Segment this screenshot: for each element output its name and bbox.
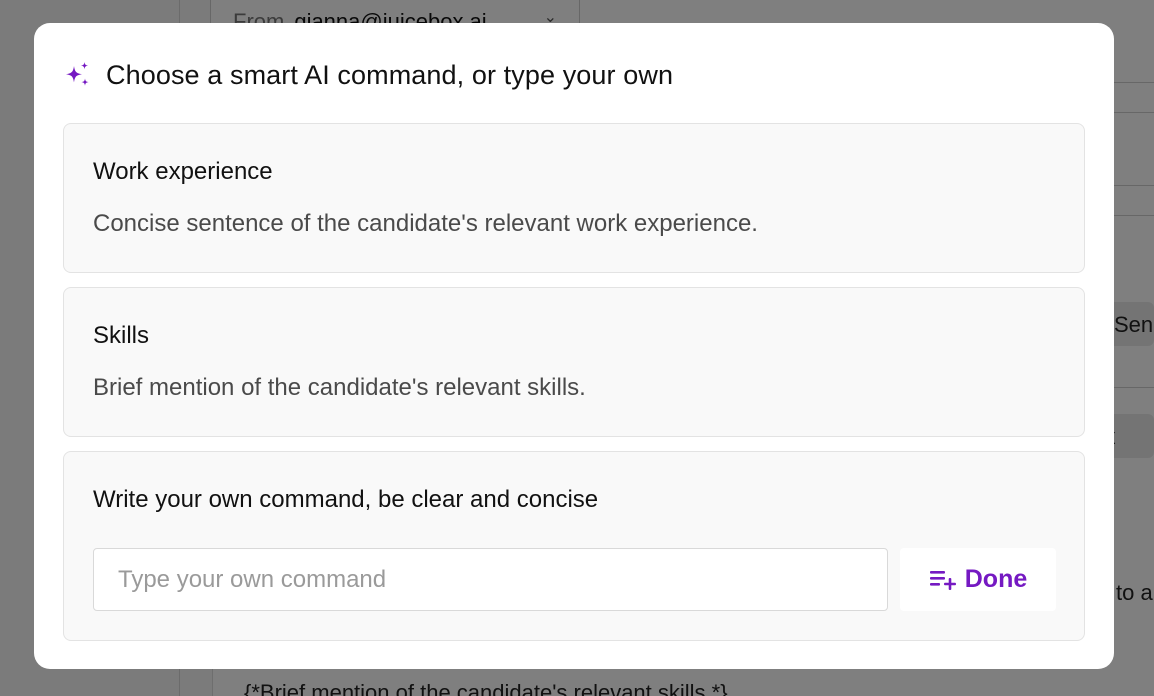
command-option-work-experience[interactable]: Work experience Concise sentence of the … [63, 123, 1085, 273]
command-title: Work experience [93, 158, 273, 185]
custom-command-input[interactable] [93, 548, 888, 611]
command-title: Skills [93, 322, 150, 349]
ai-command-modal: Choose a smart AI command, or type your … [34, 23, 1114, 669]
custom-command-section: Write your own command, be clear and con… [63, 451, 1085, 641]
done-label: Done [964, 565, 1028, 593]
modal-header: Choose a smart AI command, or type your … [64, 59, 673, 91]
command-description: Brief mention of the candidate's relevan… [93, 374, 586, 401]
custom-command-title: Write your own command, be clear and con… [93, 486, 599, 513]
command-option-skills[interactable]: Skills Brief mention of the candidate's … [63, 287, 1085, 437]
list-add-icon [929, 570, 956, 590]
command-description: Concise sentence of the candidate's rele… [93, 210, 758, 237]
sparkle-icon [66, 62, 89, 86]
done-button[interactable]: Done [900, 548, 1056, 611]
modal-title: Choose a smart AI command, or type your … [106, 59, 674, 90]
